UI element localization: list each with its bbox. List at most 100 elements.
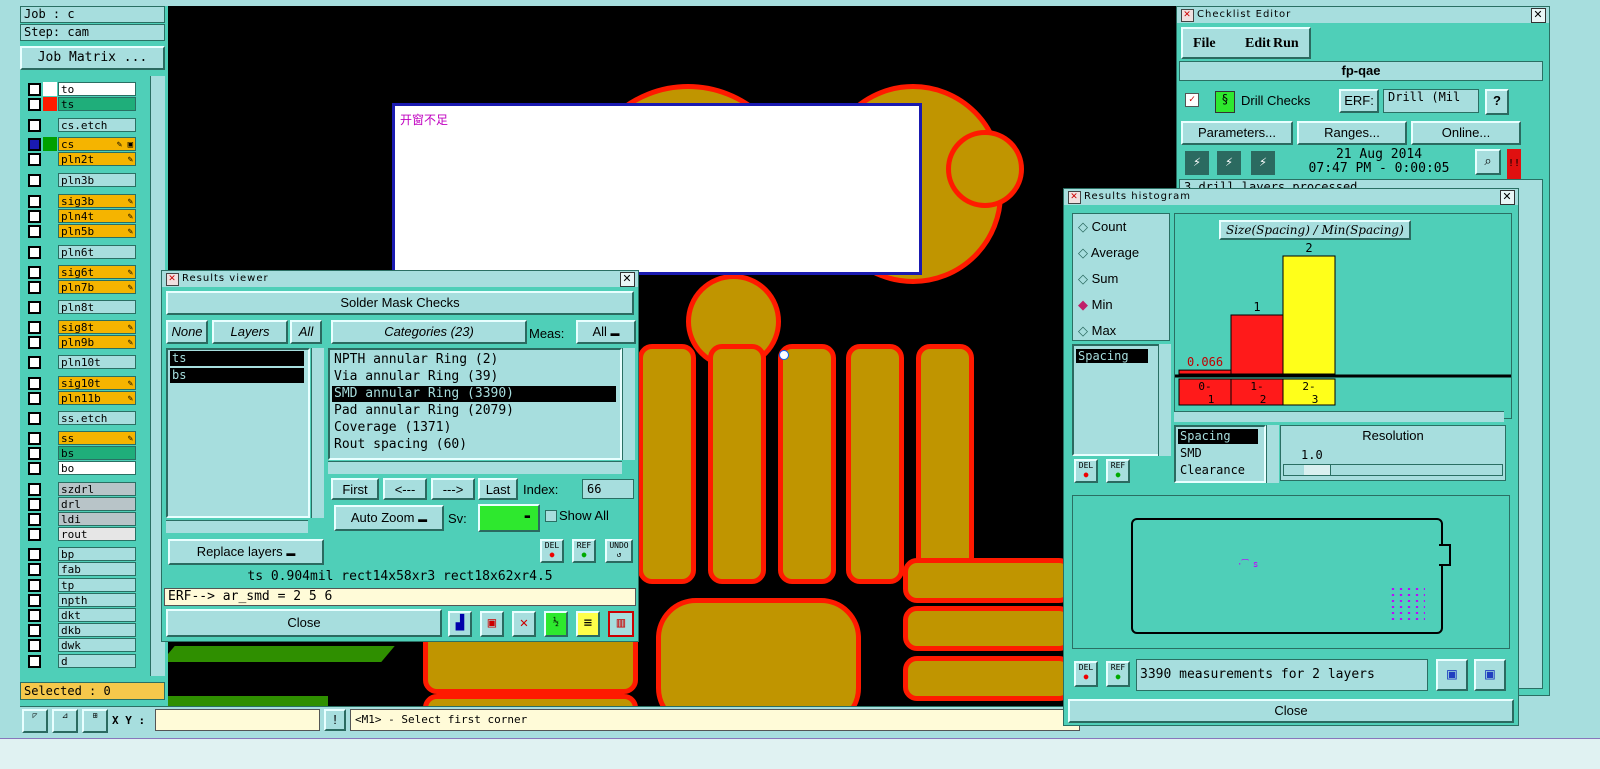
bar-graph-icon[interactable]: ▥: [608, 611, 634, 637]
layer-checkbox[interactable]: [28, 321, 41, 334]
categories-hscroll[interactable]: [328, 461, 622, 474]
resolution-slider[interactable]: [1283, 464, 1503, 476]
histogram-del-button-2[interactable]: DEL ●: [1074, 661, 1098, 687]
layer-checkbox[interactable]: [28, 579, 41, 592]
layer-checkbox[interactable]: [28, 483, 41, 496]
histogram-ref-button[interactable]: REF ●: [1106, 459, 1130, 483]
category-item[interactable]: Coverage (1371): [332, 420, 616, 436]
layer-checkbox[interactable]: [28, 639, 41, 652]
layer-checkbox[interactable]: [28, 392, 41, 405]
layer-name[interactable]: bo: [58, 461, 136, 475]
layer-checkbox[interactable]: [28, 513, 41, 526]
run-icon-3[interactable]: ⚡: [1251, 151, 1275, 175]
layer-row[interactable]: d: [28, 654, 138, 668]
histogram-del-button[interactable]: DEL ●: [1074, 459, 1098, 483]
show-all-checkbox[interactable]: [545, 510, 557, 522]
lower-list-item[interactable]: Spacing: [1178, 429, 1258, 444]
close-icon[interactable]: ✕: [1531, 8, 1546, 23]
layer-checkbox[interactable]: [28, 246, 41, 259]
del-button[interactable]: DEL ●: [540, 539, 564, 563]
undo-button[interactable]: UNDO ↺: [605, 539, 633, 563]
mode-radio-sum[interactable]: ◇ Sum: [1078, 271, 1118, 287]
last-button[interactable]: Last: [478, 478, 518, 500]
results-viewer-titlebar[interactable]: ✕ Results viewer ✕: [162, 271, 638, 287]
close-icon[interactable]: ✕: [620, 272, 635, 287]
layer-name[interactable]: d: [58, 654, 136, 668]
layer-row[interactable]: drl: [28, 497, 138, 511]
first-button[interactable]: First: [331, 478, 379, 500]
histogram-left-item[interactable]: Spacing: [1076, 349, 1148, 363]
category-item[interactable]: Rout spacing (60): [332, 437, 616, 453]
layer-checkbox[interactable]: [28, 281, 41, 294]
layer-name[interactable]: ✎ pln9b: [58, 335, 136, 349]
layer-checkbox[interactable]: [28, 119, 41, 132]
histogram-bar[interactable]: [1178, 369, 1232, 375]
layer-row[interactable]: cs.etch: [28, 118, 138, 132]
layer-checkbox[interactable]: [28, 594, 41, 607]
layer-row[interactable]: ts: [28, 97, 138, 111]
mode-radio-count[interactable]: ◇ Count: [1078, 219, 1126, 235]
action-checkbox[interactable]: ✓: [1185, 93, 1199, 107]
layer-row[interactable]: ✎ sig10t: [28, 376, 138, 390]
layer-row[interactable]: ldi: [28, 512, 138, 526]
layer-checkbox[interactable]: [28, 655, 41, 668]
layer-name[interactable]: ✎ sig10t: [58, 376, 136, 390]
layer-row[interactable]: bp: [28, 547, 138, 561]
layer-row[interactable]: ✎ sig8t: [28, 320, 138, 334]
layer-checkbox[interactable]: [28, 301, 41, 314]
mode-radio-min[interactable]: ◆ Min: [1078, 297, 1113, 313]
layer-row[interactable]: bo: [28, 461, 138, 475]
layer-checkbox[interactable]: [28, 624, 41, 637]
run-icon-1[interactable]: ⚡: [1185, 151, 1209, 175]
layers-list-vscroll[interactable]: [311, 348, 324, 518]
layer-row[interactable]: pln8t: [28, 300, 138, 314]
lower-list-item[interactable]: SMD: [1178, 446, 1258, 461]
lower-list-scrollbar[interactable]: [1266, 425, 1279, 483]
layer-row[interactable]: ✎ pln5b: [28, 224, 138, 238]
replace-layers-dropdown[interactable]: Replace layers ▬: [168, 539, 324, 565]
layer-name[interactable]: szdrl: [58, 482, 136, 496]
layer-row[interactable]: tp: [28, 578, 138, 592]
layer-checkbox[interactable]: [28, 195, 41, 208]
online-button[interactable]: Online...: [1411, 121, 1521, 145]
layer-name[interactable]: pln6t: [58, 245, 136, 259]
left-list-scrollbar[interactable]: [1158, 344, 1171, 456]
layer-name[interactable]: drl: [58, 497, 136, 511]
layer-row[interactable]: rout: [28, 527, 138, 541]
layer-row[interactable]: ✎ sig3b: [28, 194, 138, 208]
layers-all-button[interactable]: All: [290, 320, 322, 344]
checklist-titlebar[interactable]: ✕ Checklist Editor ✕: [1177, 7, 1549, 23]
layer-row[interactable]: ✎ pln2t: [28, 152, 138, 166]
layer-row[interactable]: ✎ sig6t: [28, 265, 138, 279]
layer-name[interactable]: dwk: [58, 638, 136, 652]
layer-checkbox[interactable]: [28, 266, 41, 279]
ref-button[interactable]: REF ●: [572, 539, 596, 563]
layer-name[interactable]: dkb: [58, 623, 136, 637]
layer-checkbox[interactable]: [28, 174, 41, 187]
mode-radio-average[interactable]: ◇ Average: [1078, 245, 1139, 261]
layer-name[interactable]: ✎ pln7b: [58, 280, 136, 294]
layer-name[interactable]: ✎ pln2t: [58, 152, 136, 166]
xy-input[interactable]: [155, 709, 320, 731]
run-icon-2[interactable]: ⚡: [1217, 151, 1241, 175]
layer-row[interactable]: pln6t: [28, 245, 138, 259]
layer-checkbox[interactable]: [28, 377, 41, 390]
layer-name[interactable]: ts: [58, 97, 136, 111]
histogram-titlebar[interactable]: ✕ Results histogram ✕: [1064, 189, 1518, 205]
layer-row[interactable]: szdrl: [28, 482, 138, 496]
histogram-ref-button-2[interactable]: REF ●: [1106, 661, 1130, 687]
layer-checkbox[interactable]: [28, 336, 41, 349]
layer-row[interactable]: pln10t: [28, 355, 138, 369]
layer-checkbox[interactable]: [28, 447, 41, 460]
categories-button[interactable]: Categories (23): [331, 320, 527, 344]
categories-vscroll[interactable]: [622, 348, 635, 460]
layer-name[interactable]: dkt: [58, 608, 136, 622]
histogram-close-button[interactable]: Close: [1068, 699, 1514, 723]
layer-name[interactable]: ldi: [58, 512, 136, 526]
report-icon[interactable]: ▣: [480, 611, 504, 637]
export-select-icon[interactable]: ▣: [1474, 659, 1506, 691]
next-button[interactable]: --->: [431, 478, 475, 500]
layer-list-item[interactable]: bs: [170, 368, 304, 383]
layer-checkbox[interactable]: [28, 563, 41, 576]
layer-checkbox[interactable]: [28, 153, 41, 166]
